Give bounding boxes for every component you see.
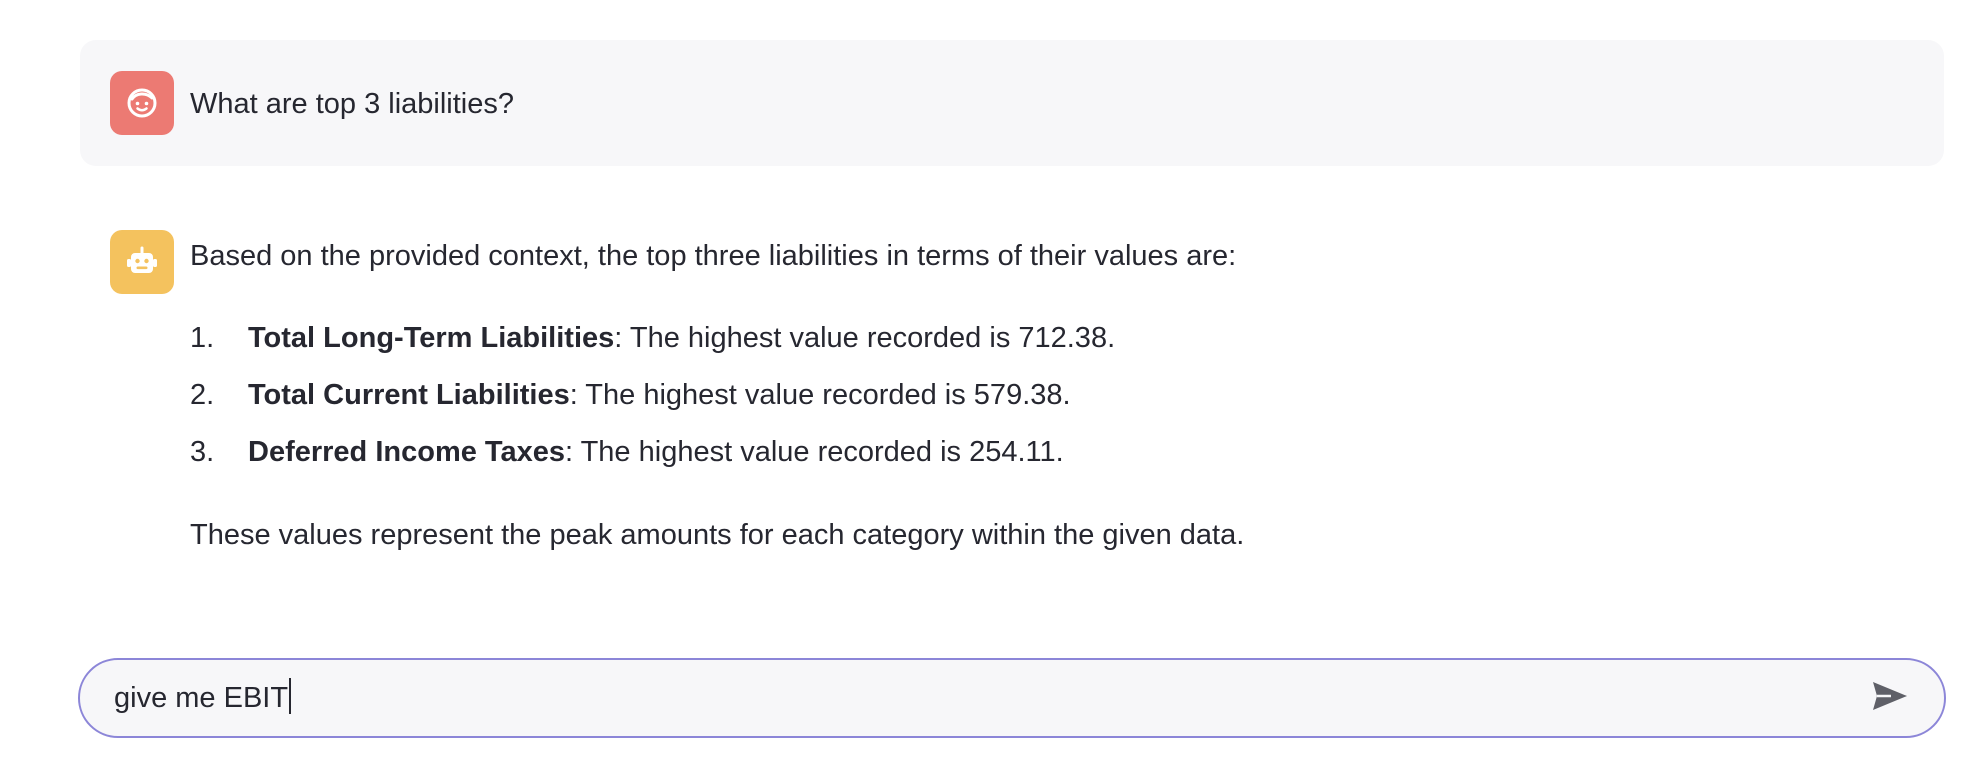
list-item-number: 3. [190,436,215,468]
user-avatar [110,71,174,135]
chat-input-value: give me EBIT [114,682,289,714]
chat-input[interactable]: give me EBIT [78,658,1946,738]
chat-page: What are top 3 liabilities? Based on the… [0,0,1984,772]
list-item-text: : The highest value recorded is 712.38. [614,322,1116,354]
assistant-outro: These values represent the peak amounts … [190,519,1245,551]
list-item-term: Total Current Liabilities [248,379,570,411]
assistant-avatar [110,230,174,294]
assistant-intro: Based on the provided context, the top t… [190,240,1237,272]
user-message-text: What are top 3 liabilities? [190,88,514,120]
list-item-text: : The highest value recorded is 579.38. [569,379,1071,411]
list-item-number: 1. [190,322,215,354]
list-item-text: : The highest value recorded is 254.11. [565,436,1064,468]
text-caret [289,678,292,714]
chat-input-field[interactable]: give me EBIT [114,678,292,718]
robot-icon [124,244,160,280]
list-item: 3. Deferred Income Taxes: The highest val… [190,432,1115,489]
list-item: 2. Total Current Liabilities: The highest… [190,375,1115,432]
list-item: 1. Total Long-Term Liabilities: The highe… [190,318,1115,375]
list-item-number: 2. [190,379,215,411]
list-item-term: Total Long-Term Liabilities [248,322,615,354]
liabilities-list: 1. Total Long-Term Liabilities: The highe… [190,318,1115,489]
list-item-term: Deferred Income Taxes [248,436,565,468]
send-button[interactable] [1870,680,1910,716]
user-face-icon [124,85,160,121]
user-message: What are top 3 liabilities? [80,40,1944,166]
send-icon [1871,680,1909,717]
